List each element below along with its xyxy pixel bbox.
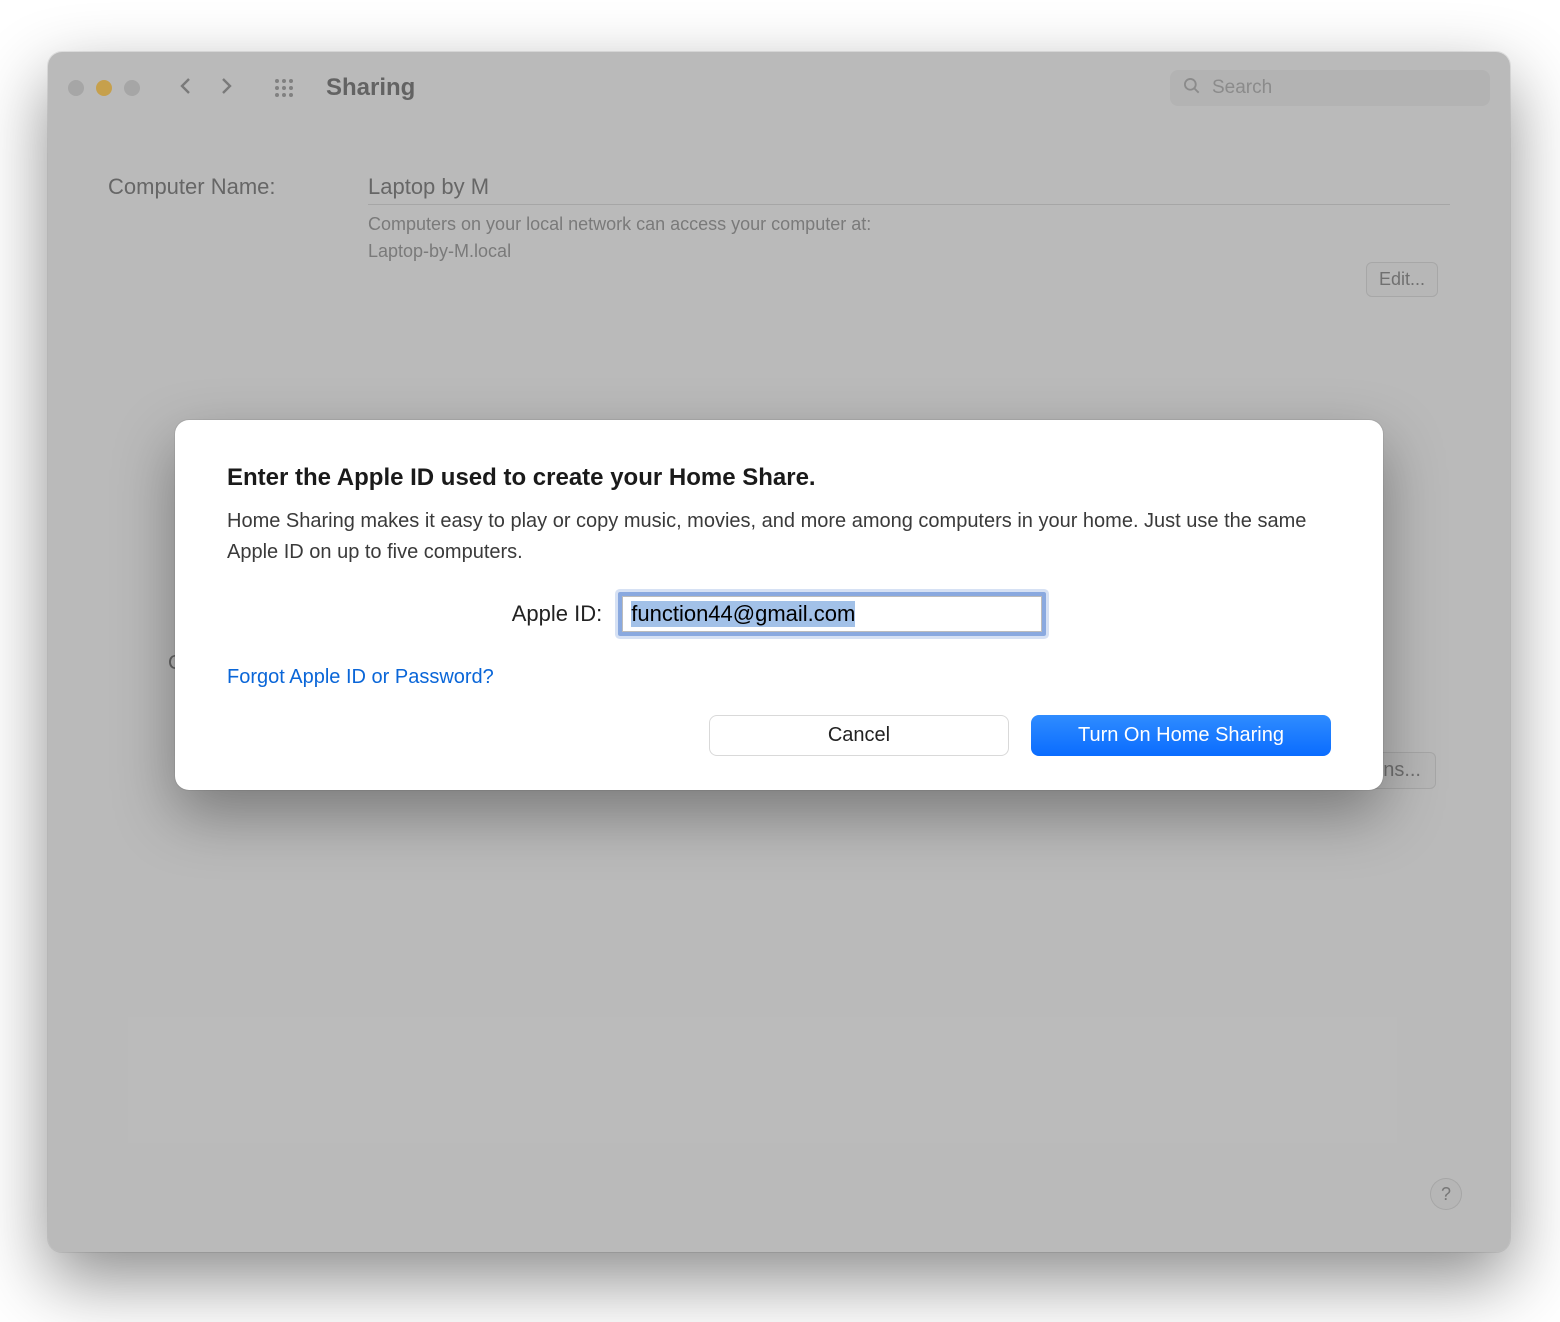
back-button[interactable] <box>174 74 198 103</box>
apple-id-input[interactable] <box>622 596 1042 632</box>
window-controls <box>68 80 140 96</box>
dialog-description: Home Sharing makes it easy to play or co… <box>227 506 1331 568</box>
computer-access-text-1: Computers on your local network can acce… <box>368 211 1450 238</box>
zoom-icon[interactable] <box>124 80 140 96</box>
search-icon <box>1182 76 1202 101</box>
help-button[interactable]: ? <box>1430 1178 1462 1210</box>
dialog-heading: Enter the Apple ID used to create your H… <box>227 464 1331 492</box>
computer-name-label: Computer Name: <box>108 174 368 200</box>
computer-name-value[interactable]: Laptop by M <box>368 174 1450 205</box>
turn-on-home-sharing-button[interactable]: Turn On Home Sharing <box>1031 715 1331 756</box>
home-sharing-dialog: Enter the Apple ID used to create your H… <box>175 420 1383 790</box>
apple-id-row: Apple ID: <box>227 592 1331 636</box>
grid-icon[interactable] <box>272 76 296 100</box>
content-area: Computer Name: Laptop by M Computers on … <box>48 124 1510 315</box>
toolbar: Sharing Search <box>48 52 1510 124</box>
forward-button[interactable] <box>214 74 238 103</box>
apple-id-input-wrap <box>618 592 1046 636</box>
window-title: Sharing <box>326 74 415 102</box>
search-placeholder: Search <box>1212 77 1272 99</box>
apple-id-label: Apple ID: <box>512 601 603 627</box>
dialog-button-row: Cancel Turn On Home Sharing <box>227 715 1331 756</box>
cancel-button[interactable]: Cancel <box>709 715 1009 756</box>
edit-button[interactable]: Edit... <box>1366 262 1438 297</box>
computer-access-text-2: Laptop-by-M.local <box>368 238 1450 265</box>
minimize-icon[interactable] <box>96 80 112 96</box>
nav-buttons <box>174 74 238 103</box>
forgot-apple-id-link[interactable]: Forgot Apple ID or Password? <box>227 666 494 689</box>
close-icon[interactable] <box>68 80 84 96</box>
search-field[interactable]: Search <box>1170 70 1490 106</box>
